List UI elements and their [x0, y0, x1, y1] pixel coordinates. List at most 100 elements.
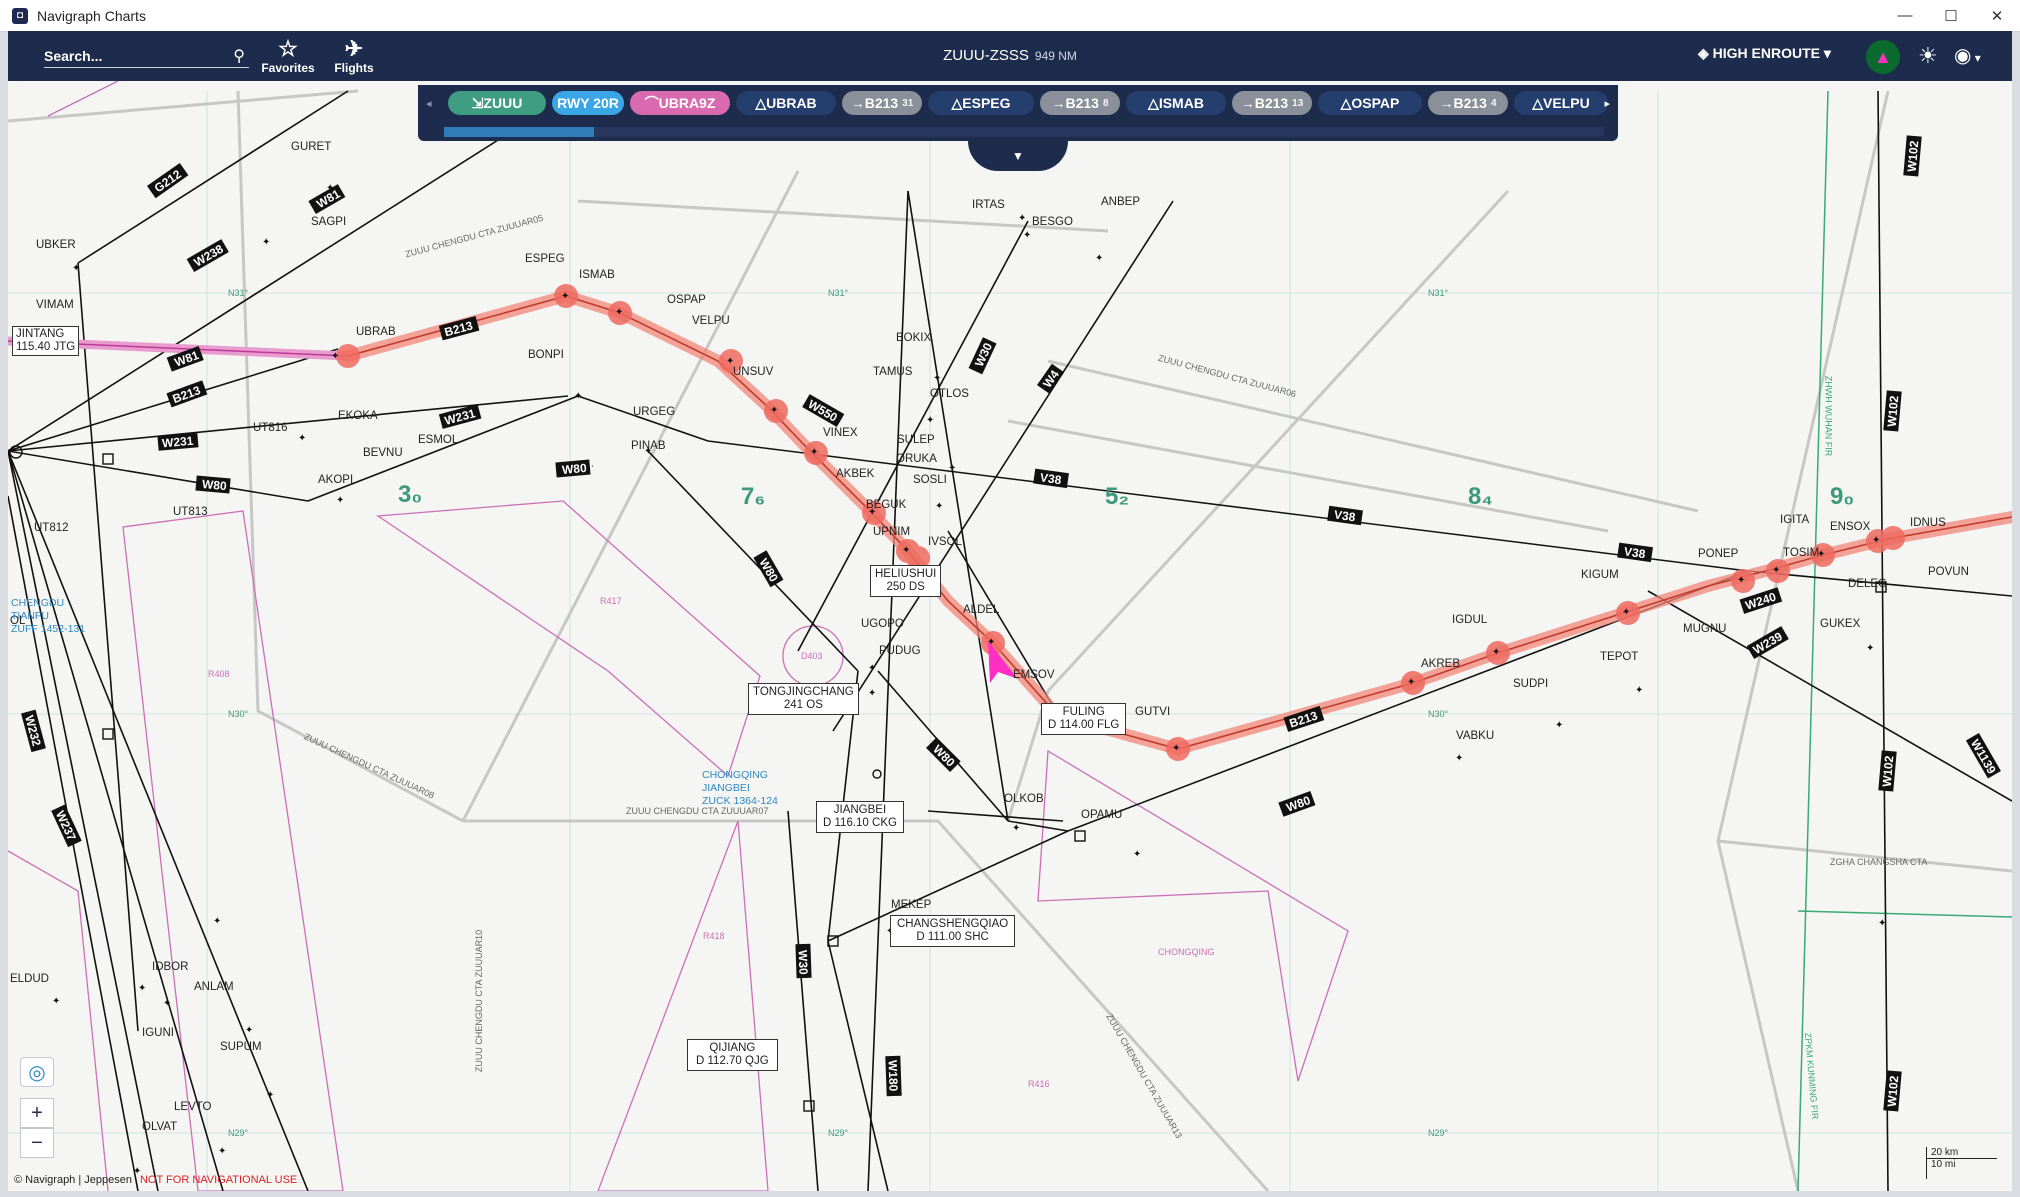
- waypoint-label[interactable]: SUPUM: [220, 1041, 262, 1053]
- waypoint-label[interactable]: UGOPO: [861, 618, 904, 630]
- waypoint-label[interactable]: LEVTO: [174, 1101, 212, 1113]
- navaid-box[interactable]: CHANGSHENGQIAO D 111.00 SHC: [890, 915, 1016, 947]
- route-item-waypoint[interactable]: △ OSPAP: [1318, 91, 1422, 115]
- airport-label[interactable]: CHONGQING JIANGBEI ZUCK 1364-124: [702, 769, 778, 808]
- waypoint-label[interactable]: UT813: [173, 506, 208, 518]
- waypoint-label[interactable]: ISMAB: [579, 269, 615, 281]
- waypoint-label[interactable]: MUGNU: [1683, 623, 1726, 635]
- zoom-in-button[interactable]: +: [20, 1098, 54, 1128]
- waypoint-label[interactable]: ANBEP: [1101, 196, 1140, 208]
- waypoint-label[interactable]: PUDUG: [879, 645, 921, 657]
- navaid-box[interactable]: FULING D 114.00 FLG: [1041, 703, 1127, 735]
- waypoint-label[interactable]: MEKEP: [891, 899, 931, 911]
- waypoint-label[interactable]: IVSOL: [928, 536, 962, 548]
- airport-label[interactable]: CHENGDU TIANFU ZUFF 1452-131: [11, 597, 85, 636]
- waypoint-label[interactable]: ENSOX: [1830, 521, 1870, 533]
- waypoint-label[interactable]: UBRAB: [356, 326, 396, 338]
- waypoint-label[interactable]: DELEG: [1848, 578, 1887, 590]
- waypoint-label[interactable]: BOKIX: [896, 332, 931, 344]
- waypoint-label[interactable]: IDBOR: [152, 961, 188, 973]
- navaid-box[interactable]: TONGJINGCHANG 241 OS: [748, 683, 859, 715]
- waypoint-label[interactable]: IGDUL: [1452, 614, 1487, 626]
- waypoint-label[interactable]: SAGPI: [311, 216, 346, 228]
- waypoint-label[interactable]: AKOPI: [318, 474, 353, 486]
- waypoint-label[interactable]: AKBEK: [836, 468, 874, 480]
- close-button[interactable]: ✕: [1974, 0, 2020, 31]
- route-item-airway[interactable]: → B213 13: [1232, 91, 1312, 115]
- aircraft-avatar[interactable]: ▲: [1866, 40, 1900, 74]
- route-item-waypoint[interactable]: △ UBRAB: [736, 91, 836, 115]
- waypoint-label[interactable]: OLVAT: [142, 1121, 177, 1133]
- navaid-box[interactable]: QIJIANG D 112.70 QJG: [687, 1039, 778, 1071]
- minimize-button[interactable]: —: [1882, 0, 1928, 31]
- route-scroll-track[interactable]: [444, 127, 1604, 137]
- waypoint-label[interactable]: BEGUK: [866, 499, 906, 511]
- user-icon[interactable]: ◉ ▾: [1954, 43, 1981, 68]
- waypoint-label[interactable]: UBKER: [36, 239, 76, 251]
- waypoint-label[interactable]: PONEP: [1698, 548, 1738, 560]
- waypoint-label[interactable]: ALDEL: [963, 604, 999, 616]
- waypoint-label[interactable]: VIMAM: [36, 299, 74, 311]
- waypoint-label[interactable]: UNSUV: [733, 366, 773, 378]
- waypoint-label[interactable]: VINEX: [823, 427, 858, 439]
- daylight-icon[interactable]: ☀: [1918, 43, 1938, 69]
- scroll-right-icon[interactable]: ▸: [1604, 97, 1610, 110]
- navaid-box[interactable]: JIANGBEI D 116.10 CKG: [816, 801, 904, 833]
- waypoint-label[interactable]: OSPAP: [667, 294, 706, 306]
- waypoint-label[interactable]: UPNIM: [873, 526, 910, 538]
- route-item-departure[interactable]: ⇲ ZUUU: [448, 91, 546, 115]
- waypoint-label[interactable]: GURET: [291, 141, 331, 153]
- route-item-waypoint[interactable]: △ VELPU: [1514, 91, 1608, 115]
- locate-button[interactable]: ◎: [20, 1057, 54, 1087]
- waypoint-label[interactable]: SUDPI: [1513, 678, 1548, 690]
- route-scroll-thumb[interactable]: [444, 127, 594, 137]
- waypoint-label[interactable]: BESGO: [1032, 216, 1073, 228]
- waypoint-label[interactable]: TOSIM: [1783, 547, 1819, 559]
- maximize-button[interactable]: ☐: [1928, 0, 1974, 31]
- waypoint-label[interactable]: POVUN: [1928, 566, 1969, 578]
- waypoint-label[interactable]: ESPEG: [525, 253, 565, 265]
- waypoint-label[interactable]: IRTAS: [972, 199, 1005, 211]
- waypoint-label[interactable]: KIGUM: [1581, 569, 1619, 581]
- waypoint-label[interactable]: VABKU: [1456, 730, 1494, 742]
- route-item-sid[interactable]: ⌒ UBRA9Z: [630, 91, 730, 115]
- waypoint-label[interactable]: EKOKA: [338, 410, 378, 422]
- route-item-airway[interactable]: → B213 8: [1040, 91, 1120, 115]
- route-item-waypoint[interactable]: △ ESPEG: [928, 91, 1034, 115]
- enroute-map[interactable]: G212 W238 W81 B213 B213 W81 W231 W231 W8…: [8, 31, 2012, 1191]
- waypoint-label[interactable]: BEVNU: [363, 447, 403, 459]
- waypoint-label[interactable]: ESMOL: [418, 434, 458, 446]
- waypoint-label[interactable]: IDNUS: [1910, 517, 1946, 529]
- waypoint-label[interactable]: SOSLI: [913, 474, 947, 486]
- waypoint-label[interactable]: IGUNI: [142, 1027, 174, 1039]
- zoom-out-button[interactable]: −: [20, 1128, 54, 1158]
- waypoint-label[interactable]: GUKEX: [1820, 618, 1860, 630]
- waypoint-label[interactable]: AKREB: [1421, 658, 1460, 670]
- waypoint-label[interactable]: EMSOV: [1013, 669, 1055, 681]
- navaid-box[interactable]: JINTANG 115.40 JTG: [12, 326, 80, 356]
- waypoint-label[interactable]: VELPU: [692, 315, 730, 327]
- waypoint-label[interactable]: IGITA: [1780, 514, 1809, 526]
- waypoint-label[interactable]: ANLAM: [194, 981, 234, 993]
- waypoint-label[interactable]: OPAMU: [1081, 809, 1122, 821]
- navaid-box[interactable]: HELIUSHUI 250 DS: [870, 565, 942, 597]
- waypoint-label[interactable]: PINAB: [631, 440, 666, 452]
- waypoint-label[interactable]: OTLOS: [930, 388, 969, 400]
- waypoint-label[interactable]: ORUKA: [896, 453, 937, 465]
- waypoint-label[interactable]: OLKOB: [1004, 793, 1044, 805]
- route-item-waypoint[interactable]: △ ISMAB: [1126, 91, 1226, 115]
- waypoint-label[interactable]: BONPI: [528, 349, 564, 361]
- waypoint-label[interactable]: URGEG: [633, 406, 675, 418]
- waypoint-label[interactable]: SULEP: [897, 434, 935, 446]
- waypoint-label[interactable]: ELDUD: [10, 973, 49, 985]
- waypoint-label[interactable]: UT812: [34, 522, 69, 534]
- route-item-airway[interactable]: → B213 4: [1428, 91, 1508, 115]
- route-item-runway[interactable]: RWY 20R: [552, 91, 624, 115]
- scroll-left-icon[interactable]: ◂: [426, 97, 432, 110]
- layer-selector[interactable]: ◈ HIGH ENROUTE ▾: [1698, 45, 1831, 62]
- waypoint-label[interactable]: TAMUS: [873, 366, 912, 378]
- route-item-airway[interactable]: → B213 31: [842, 91, 922, 115]
- waypoint-label[interactable]: TEPOT: [1600, 651, 1638, 663]
- waypoint-label[interactable]: GUTVI: [1135, 706, 1170, 718]
- collapse-route-button[interactable]: ▼: [968, 141, 1068, 171]
